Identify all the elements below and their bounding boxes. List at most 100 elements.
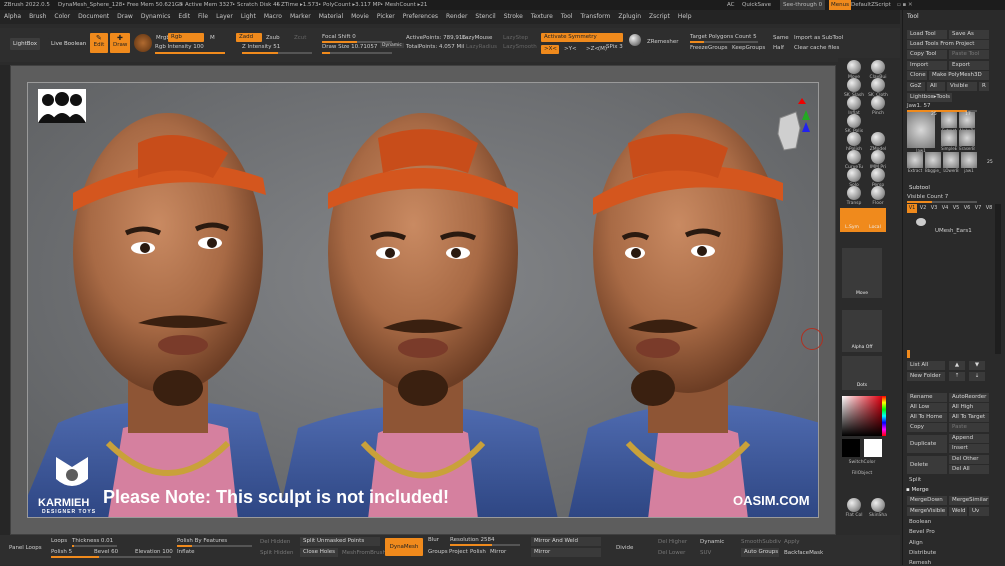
del-hidden-button[interactable]: Del Hidden	[260, 539, 290, 545]
material-swatch[interactable]	[134, 34, 152, 52]
del-other-button[interactable]: Del Other	[949, 455, 989, 464]
fillobject-button[interactable]: FillObject	[840, 471, 884, 476]
visibility-set-v8[interactable]: V8	[984, 204, 994, 213]
menu-item-material[interactable]: Material	[319, 10, 343, 24]
menu-item-edit[interactable]: Edit	[178, 10, 190, 24]
lazyradius-slider[interactable]: LazyRadius	[466, 44, 497, 50]
distribute-menu[interactable]: Distribute	[909, 550, 936, 556]
menu-item-stencil[interactable]: Stencil	[475, 10, 495, 24]
goz-r-button[interactable]: R	[979, 82, 989, 91]
subtool-name[interactable]: UMesh_Ears1	[935, 228, 972, 234]
visibility-set-v6[interactable]: V6	[962, 204, 972, 213]
del-lower-button[interactable]: Del Lower	[658, 550, 685, 556]
brush-imm-pri[interactable]: IMM Pri	[864, 150, 892, 170]
copy-tool-button[interactable]: Copy Tool	[907, 50, 947, 59]
divide-button[interactable]: Divide	[616, 545, 633, 551]
resolution-slider[interactable]: Resolution 2584	[450, 537, 494, 543]
suv-button[interactable]: SUV	[700, 550, 711, 556]
import-subtool-button[interactable]: Import as SubTool	[794, 35, 843, 41]
draw-button[interactable]: ✚ Draw	[110, 33, 130, 53]
elevation-slider[interactable]: Elevation 100	[135, 549, 173, 555]
menu-item-color[interactable]: Color	[54, 10, 70, 24]
lazymouse-button[interactable]: LazyMouse	[462, 35, 492, 41]
menu-item-picker[interactable]: Picker	[377, 10, 395, 24]
see-through-slider[interactable]: See-through 0	[780, 0, 826, 10]
clone-button[interactable]: Clone	[907, 71, 927, 80]
make-polymesh-button[interactable]: Make PolyMesh3D	[929, 71, 989, 80]
dynamesh-button[interactable]: DynaMesh	[385, 538, 423, 556]
close-holes-button[interactable]: Close Holes	[300, 548, 338, 557]
visibility-set-v2[interactable]: V2	[918, 204, 928, 213]
append-button[interactable]: Append	[949, 434, 989, 443]
delete-button[interactable]: Delete	[907, 456, 947, 474]
auto-groups-button[interactable]: Auto Groups	[741, 548, 779, 557]
visibility-set-v3[interactable]: V3	[929, 204, 939, 213]
keep-groups-button[interactable]: KeepGroups	[732, 45, 765, 51]
smooth-subdiv-button[interactable]: SmoothSubdiv	[741, 539, 781, 545]
goz-button[interactable]: GoZ	[907, 82, 925, 91]
menu-item-brush[interactable]: Brush	[29, 10, 46, 24]
live-boolean-button[interactable]: Live Boolean	[48, 38, 90, 50]
boolean-menu[interactable]: Boolean	[909, 519, 931, 525]
lightbox-tools-button[interactable]: Lightbox▸Tools	[907, 93, 952, 102]
m-button[interactable]: M	[210, 35, 215, 41]
merge-down-button[interactable]: MergeDown	[907, 496, 947, 505]
tool-thumb[interactable]: Jaw1	[907, 112, 935, 156]
insert-button[interactable]: Insert	[949, 444, 989, 453]
backface-mask-button[interactable]: BackfaceMask	[784, 550, 823, 556]
focal-shift-slider[interactable]: Focal Shift 0	[322, 34, 356, 40]
lazystep-slider[interactable]: LazyStep	[503, 35, 528, 41]
all-to-target-button[interactable]: All To Target	[949, 413, 989, 422]
paste-button[interactable]: Paste	[949, 423, 989, 432]
duplicate-button[interactable]: Duplicate	[907, 435, 947, 453]
visible-count-slider[interactable]: Visible Count 7	[907, 194, 948, 200]
zremesher-button[interactable]: ZRemesher	[647, 39, 678, 45]
menus-button[interactable]: Menus	[829, 0, 851, 10]
merge-menu[interactable]: ▪ Merge	[906, 487, 929, 493]
rgb-intensity-slider[interactable]: Rgb Intensity 100	[155, 44, 204, 50]
apply-button[interactable]: Apply	[784, 539, 800, 545]
menu-item-file[interactable]: File	[198, 10, 208, 24]
export-button[interactable]: Export	[949, 61, 989, 70]
menu-item-stroke[interactable]: Stroke	[504, 10, 523, 24]
lightbox-button[interactable]: LightBox	[10, 38, 40, 50]
menu-item-preferences[interactable]: Preferences	[403, 10, 438, 24]
stroke-preview[interactable]: Dots	[842, 356, 882, 390]
freeze-groups-button[interactable]: FreezeGroups	[690, 45, 728, 51]
rename-button[interactable]: Rename	[907, 393, 947, 402]
brush-floor[interactable]: Floor	[864, 186, 892, 206]
tool-header[interactable]: Tool	[907, 13, 919, 20]
draw-size-slider[interactable]: Draw Size 10.71057	[322, 44, 377, 50]
sym-x-button[interactable]: >X<	[541, 45, 559, 54]
half-button[interactable]: Half	[773, 45, 784, 51]
split-menu[interactable]: Split	[909, 477, 921, 483]
menu-item-transform[interactable]: Transform	[580, 10, 610, 24]
uv-button[interactable]: Uv	[969, 507, 989, 516]
menu-item-document[interactable]: Document	[78, 10, 109, 24]
switchcolor-button[interactable]: SwitchColor	[840, 460, 884, 465]
project-button[interactable]: Project	[449, 549, 468, 555]
lsym-button[interactable]: L.Sym	[840, 208, 864, 232]
material-skinsha[interactable]: SkinSha	[864, 498, 892, 518]
tool-thumb[interactable]: LOwerB	[943, 152, 959, 176]
clear-cache-button[interactable]: Clear cache files	[794, 45, 839, 51]
brush-persp[interactable]: Persp	[864, 168, 892, 188]
visibility-set-v4[interactable]: V4	[940, 204, 950, 213]
menu-item-zplugin[interactable]: Zplugin	[618, 10, 641, 24]
color-picker[interactable]	[842, 396, 882, 436]
brush-pinch[interactable]: Pinch	[864, 96, 892, 116]
menu-item-marker[interactable]: Marker	[290, 10, 311, 24]
paste-tool-button[interactable]: Paste Tool	[949, 50, 989, 59]
blur-slider[interactable]: Blur	[428, 537, 439, 543]
move-down-button[interactable]: ▼	[969, 361, 985, 370]
del-higher-button[interactable]: Del Higher	[658, 539, 687, 545]
merge-similar-button[interactable]: MergeSimilar	[949, 496, 989, 505]
tool-thumb[interactable]: Bbggie_l	[925, 152, 941, 176]
loops-slider[interactable]: Loops	[51, 538, 67, 544]
target-polygons-slider[interactable]: Target Polygons Count 5	[690, 34, 757, 40]
autoreorder-button[interactable]: AutoReorder	[949, 393, 989, 402]
goz-visible-button[interactable]: Visible	[947, 82, 977, 91]
zadd-button[interactable]: Zadd	[236, 33, 262, 42]
menu-item-help[interactable]: Help	[678, 10, 692, 24]
local-button[interactable]: Local	[864, 208, 886, 232]
